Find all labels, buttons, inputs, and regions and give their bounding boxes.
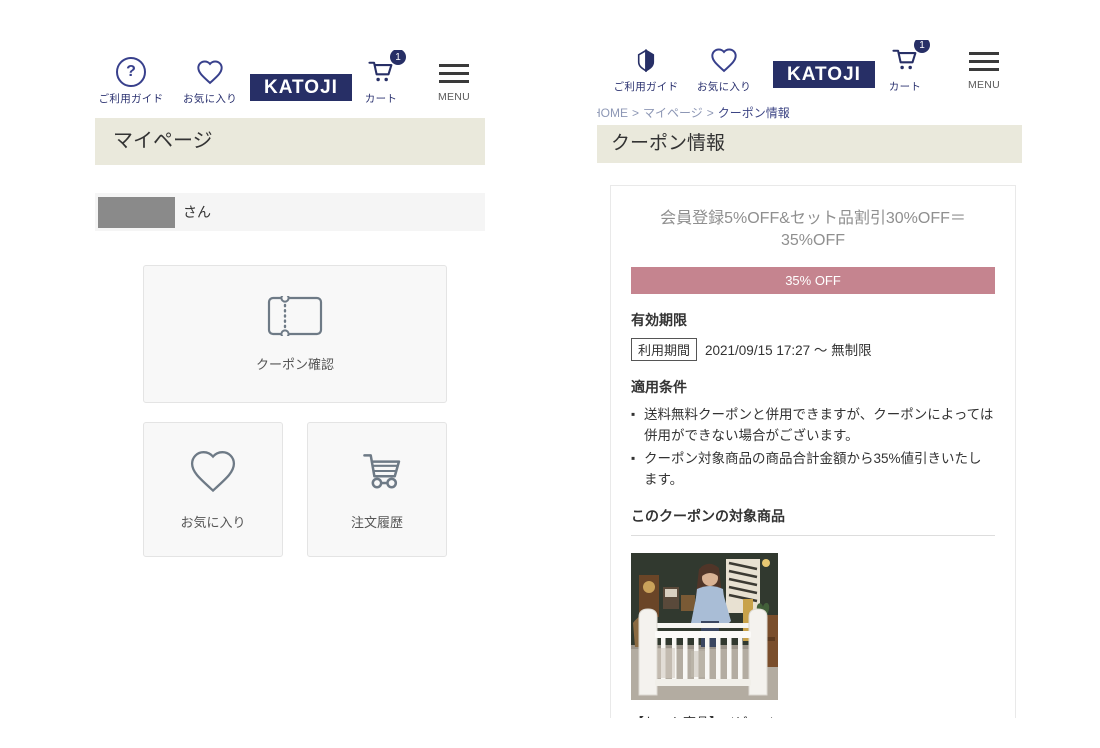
cart-link[interactable]: 1 カート <box>877 44 933 94</box>
question-glyph: ? <box>126 63 136 81</box>
guide-link[interactable]: ? ご利用ガイド <box>97 56 165 106</box>
conditions-list: 送料無料クーポンと併用できますが、クーポンによっては併用ができない場合がございま… <box>631 405 995 491</box>
cart-icon: 1 <box>890 44 920 76</box>
menu-label: MENU <box>968 79 1000 91</box>
favorites-label: お気に入り <box>183 91 237 106</box>
cart-label: カート <box>889 79 921 94</box>
coupon-info-screen: ご利用ガイド お気に入り KATOJI 1 カート MENU HOME > マイペー… <box>597 40 1022 718</box>
product-name[interactable]: 【セット商品】ベビーベッド＋ベビーマットレス <box>631 713 796 718</box>
product-photo-baby-crib[interactable] <box>631 553 778 700</box>
period-tag: 利用期間 <box>631 338 697 361</box>
breadcrumb-home[interactable]: HOME <box>597 106 628 120</box>
order-history-card[interactable]: 注文履歴 <box>307 422 447 557</box>
guide-label: ご利用ガイド <box>99 91 164 106</box>
greeting-suffix: さん <box>183 202 211 222</box>
favorites-link[interactable]: お気に入り <box>175 56 245 106</box>
breadcrumb-separator: > <box>707 106 714 120</box>
favorites-card[interactable]: お気に入り <box>143 422 283 557</box>
order-history-cart-icon <box>351 448 403 499</box>
page-title: クーポン情報 <box>597 125 1022 163</box>
breadcrumb-mypage[interactable]: マイページ <box>643 106 703 120</box>
target-products-heading: このクーポンの対象商品 <box>631 506 995 526</box>
coupon-check-label: クーポン確認 <box>256 354 334 373</box>
favorites-link[interactable]: お気に入り <box>689 44 759 94</box>
cart-link[interactable]: 1 カート <box>353 56 409 106</box>
katoji-logo[interactable]: KATOJI <box>250 74 352 101</box>
katoji-logo[interactable]: KATOJI <box>773 61 875 88</box>
coupon-title: 会員登録5%OFF&セット品割引30%OFF＝35%OFF <box>631 208 995 253</box>
heart-icon <box>710 44 738 76</box>
breadcrumb: HOME > マイページ > クーポン情報 <box>597 104 790 121</box>
menu-button[interactable]: MENU <box>425 56 483 103</box>
breadcrumb-current: クーポン情報 <box>718 106 790 120</box>
user-greeting-bar: さん <box>95 193 485 231</box>
page-title: マイページ <box>95 118 485 165</box>
discount-banner: 35% OFF <box>631 267 995 294</box>
logo-text: KATOJI <box>787 64 861 85</box>
beginner-mark-icon <box>634 44 658 76</box>
coupon-check-card[interactable]: クーポン確認 <box>143 265 447 403</box>
menu-label: MENU <box>438 91 470 103</box>
redacted-username <box>98 197 175 228</box>
guide-label: ご利用ガイド <box>614 79 679 94</box>
hamburger-icon <box>969 44 999 76</box>
cart-label: カート <box>365 91 397 106</box>
mypage-screen: ? ご利用ガイド お気に入り KATOJI 1 カート MENU マイページ さ… <box>95 50 485 580</box>
coupon-detail-card: 会員登録5%OFF&セット品割引30%OFF＝35%OFF 35% OFF 有効… <box>610 185 1016 718</box>
validity-period: 利用期間 2021/09/15 17:27 ～ 無制限 <box>631 338 995 361</box>
breadcrumb-separator: > <box>632 106 639 120</box>
coupon-ticket-icon <box>267 296 323 341</box>
divider <box>631 535 995 536</box>
heart-icon <box>187 448 239 499</box>
conditions-heading: 適用条件 <box>631 377 995 397</box>
menu-button[interactable]: MENU <box>955 44 1013 91</box>
hamburger-icon <box>439 56 469 88</box>
target-product-item[interactable]: 【セット商品】ベビーベッド＋ベビーマットレス <box>631 553 796 718</box>
condition-item: 送料無料クーポンと併用できますが、クーポンによっては併用ができない場合がございま… <box>631 405 995 447</box>
cart-badge: 1 <box>390 50 406 65</box>
heart-icon <box>196 56 224 88</box>
cart-icon: 1 <box>366 56 396 88</box>
period-value: 2021/09/15 17:27 ～ 無制限 <box>705 339 872 359</box>
validity-heading: 有効期限 <box>631 310 995 330</box>
favorites-card-label: お気に入り <box>180 512 245 531</box>
condition-item: クーポン対象商品の商品合計金額から35%値引きいたします。 <box>631 449 995 491</box>
cart-badge: 1 <box>914 40 930 53</box>
logo-text: KATOJI <box>264 77 338 98</box>
order-history-label: 注文履歴 <box>351 512 403 531</box>
guide-link[interactable]: ご利用ガイド <box>612 44 680 94</box>
favorites-label: お気に入り <box>697 79 751 94</box>
question-icon: ? <box>116 56 146 88</box>
